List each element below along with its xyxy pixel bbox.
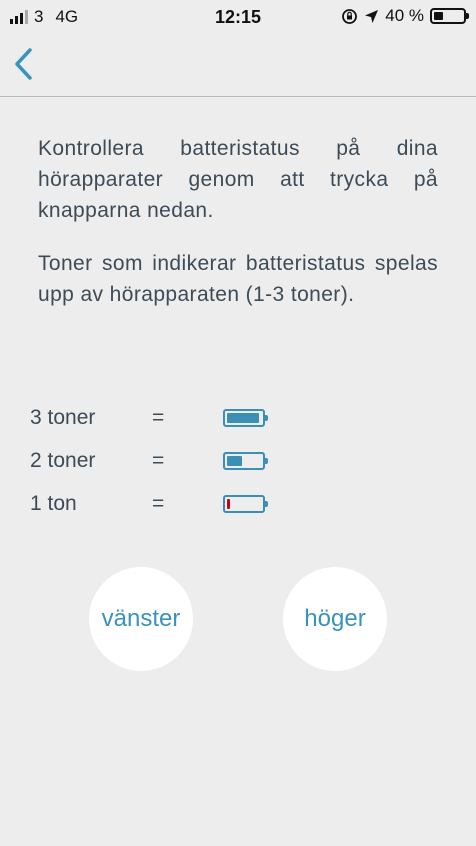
legend-label: 3 toner	[30, 406, 96, 429]
battery-fill	[227, 413, 260, 423]
status-right: 40 %	[341, 6, 469, 26]
instruction-paragraph-1: Kontrollera batteristatus på dina hörapp…	[38, 137, 438, 222]
battery-percent: 40 %	[385, 6, 424, 25]
left-hearing-aid-button[interactable]: vänster	[89, 567, 193, 671]
legend-equals: =	[152, 406, 165, 429]
legend-equals: =	[152, 449, 165, 472]
battery-full-icon	[223, 409, 268, 427]
back-button[interactable]	[8, 44, 40, 84]
legend-row-2-tones: 2 toner =	[30, 443, 330, 486]
battery-low-icon	[223, 495, 268, 513]
legend-row-3-tones: 3 toner =	[30, 400, 330, 443]
chevron-left-icon	[15, 48, 32, 80]
orientation-lock-icon	[342, 8, 358, 24]
battery-legend: 3 toner = 2 toner = 1 ton =	[30, 400, 330, 529]
battery-half-icon	[223, 452, 268, 470]
navigation-bar	[0, 36, 476, 97]
battery-nub	[265, 458, 268, 464]
legend-row-1-tone: 1 ton =	[30, 486, 330, 529]
battery-fill	[227, 456, 242, 466]
status-bar: 3 4G 12:15 40 %	[0, 0, 476, 36]
status-battery-icon	[430, 8, 469, 24]
status-battery-nub	[466, 13, 469, 19]
instruction-paragraph-2: Toner som indikerar batteristatus spelas…	[38, 252, 438, 306]
status-battery-fill	[434, 12, 443, 20]
battery-fill	[227, 499, 230, 509]
legend-label: 1 ton	[30, 492, 77, 515]
legend-equals: =	[152, 492, 165, 515]
battery-nub	[265, 501, 268, 507]
location-arrow-icon	[365, 9, 379, 23]
right-hearing-aid-button[interactable]: höger	[283, 567, 387, 671]
battery-nub	[265, 415, 268, 421]
legend-label: 2 toner	[30, 449, 96, 472]
